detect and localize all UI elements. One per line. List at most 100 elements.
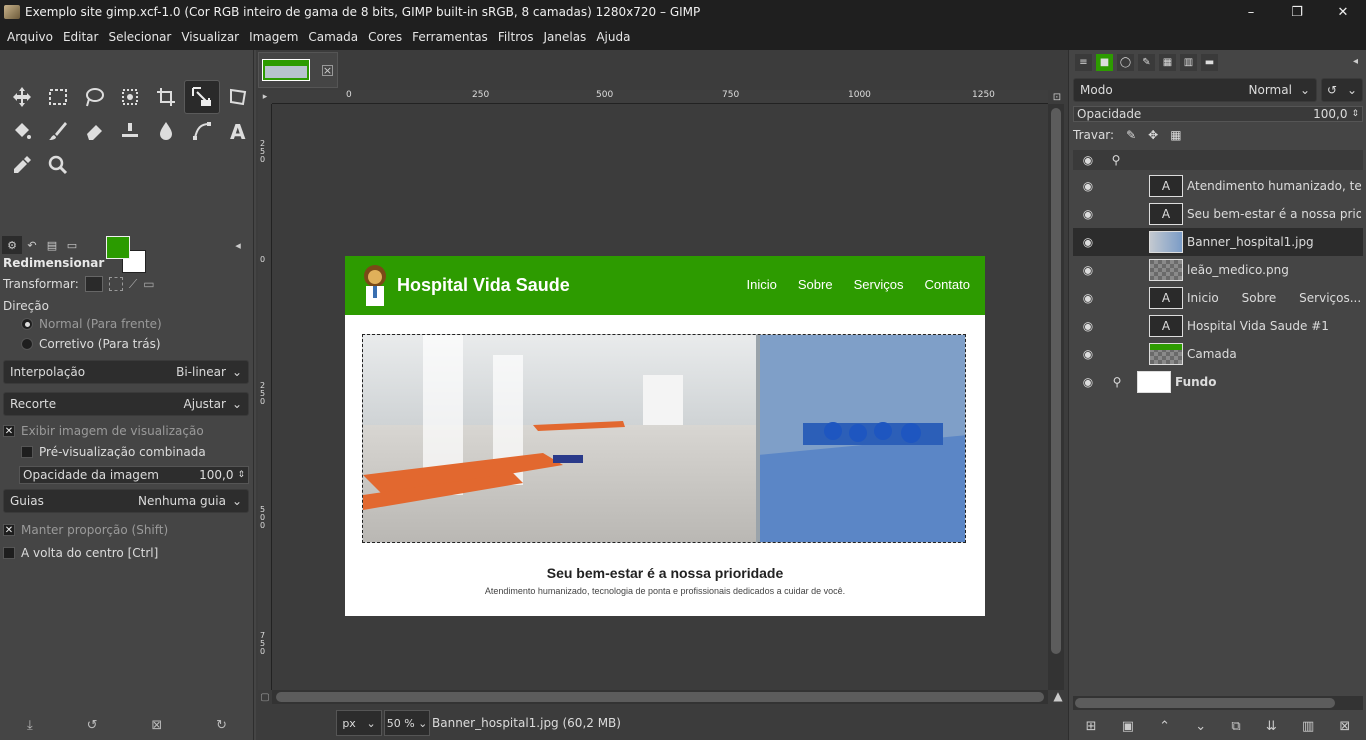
layer-row[interactable]: ◉ A Hospital Vida Saude #1 xyxy=(1073,312,1363,340)
spin-arrows-icon[interactable]: ⇕ xyxy=(1351,109,1359,119)
show-preview-check[interactable]: ✕ Exibir imagem de visualização xyxy=(3,424,204,438)
radio-selected-icon[interactable] xyxy=(21,318,33,330)
save-options-icon[interactable]: ⤓ xyxy=(27,718,33,733)
scroll-thumb[interactable] xyxy=(1075,698,1335,708)
fuzzy-select-tool-icon[interactable] xyxy=(112,80,148,114)
chain-icon[interactable]: ⚲ xyxy=(1103,375,1131,389)
checkbox-empty-icon[interactable] xyxy=(21,446,33,458)
paths-tool-icon[interactable] xyxy=(184,114,220,148)
menu-cores[interactable]: Cores xyxy=(363,30,407,44)
canvas-vertical-scrollbar[interactable] xyxy=(1048,104,1064,690)
lock-alpha-icon[interactable]: ▦ xyxy=(1170,128,1181,142)
raise-layer-icon[interactable]: ⌃ xyxy=(1159,719,1170,734)
menu-janelas[interactable]: Janelas xyxy=(538,30,591,44)
image-tab[interactable]: × xyxy=(258,52,338,88)
transform-layer-icon[interactable] xyxy=(84,276,103,292)
zoom-tool-icon[interactable] xyxy=(40,148,76,182)
rect-select-tool-icon[interactable] xyxy=(40,80,76,114)
delete-layer-icon[interactable]: ⊠ xyxy=(1339,719,1350,734)
checkbox-checked-icon[interactable]: ✕ xyxy=(3,524,15,536)
menu-editar[interactable]: Editar xyxy=(58,30,104,44)
layer-row[interactable]: ◉ Camada xyxy=(1073,340,1363,368)
layer-row[interactable]: ◉ ⚲ Fundo xyxy=(1073,368,1363,396)
layer-mode-combo[interactable]: Modo Normal ⌄ xyxy=(1073,78,1317,102)
menu-visualizar[interactable]: Visualizar xyxy=(176,30,244,44)
menu-ferramentas[interactable]: Ferramentas xyxy=(407,30,493,44)
merge-down-icon[interactable]: ⇊ xyxy=(1266,719,1277,734)
undo-history-tab-icon[interactable]: ↶ xyxy=(22,236,42,254)
mask-icon[interactable]: ▥ xyxy=(1302,719,1314,734)
eye-icon[interactable]: ◉ xyxy=(1073,319,1103,333)
clipping-combo[interactable]: Recorte Ajustar ⌄ xyxy=(3,392,249,416)
layer-opacity-spin[interactable]: Opacidade 100,0 ⇕ xyxy=(1073,106,1363,122)
interpolation-combo[interactable]: Interpolação Bi-linear ⌄ xyxy=(3,360,249,384)
scroll-thumb[interactable] xyxy=(1051,108,1061,654)
delete-options-icon[interactable]: ⊠ xyxy=(151,718,162,733)
transform-path-icon[interactable]: ⟋ xyxy=(129,277,137,292)
move-tool-icon[interactable] xyxy=(4,80,40,114)
quick-mask-icon[interactable]: ▢ xyxy=(258,690,272,704)
bucket-fill-tool-icon[interactable] xyxy=(4,114,40,148)
color-picker-tool-icon[interactable] xyxy=(4,148,40,182)
unified-transform-tool-icon[interactable] xyxy=(220,80,256,114)
configure-tab-icon[interactable]: ◂ xyxy=(1353,56,1358,67)
smudge-tool-icon[interactable] xyxy=(148,114,184,148)
vertical-ruler[interactable]: 250 0 250 500 750 xyxy=(258,104,272,690)
scale-tool-icon[interactable] xyxy=(184,80,220,114)
eye-icon[interactable]: ◉ xyxy=(1073,347,1103,361)
menu-selecionar[interactable]: Selecionar xyxy=(103,30,176,44)
fonts-tab-icon[interactable]: ▬ xyxy=(1201,54,1218,71)
minimize-button[interactable]: – xyxy=(1228,0,1274,24)
composited-preview-check[interactable]: Pré-visualização combinada xyxy=(21,445,206,459)
ruler-corner-icon[interactable]: ▸ xyxy=(258,90,272,104)
transform-selection-icon[interactable] xyxy=(108,277,123,291)
checkbox-empty-icon[interactable] xyxy=(3,547,15,559)
horizontal-ruler[interactable]: 0 250 500 750 1000 1250 xyxy=(272,90,1048,104)
maximize-button[interactable]: ❐ xyxy=(1274,0,1320,24)
direction-corrective-radio[interactable]: Corretivo (Para trás) xyxy=(21,337,161,351)
reset-options-icon[interactable]: ↻ xyxy=(216,718,227,733)
menu-arquivo[interactable]: Arquivo xyxy=(2,30,58,44)
close-button[interactable]: ✕ xyxy=(1320,0,1366,24)
layer-row[interactable]: ◉ A Atendimento humanizado, tecr xyxy=(1073,172,1363,200)
images-tab-icon[interactable]: ▤ xyxy=(42,236,62,254)
menu-ajuda[interactable]: Ajuda xyxy=(591,30,635,44)
transform-image-icon[interactable]: ▭ xyxy=(143,277,154,291)
layers-tab-icon[interactable]: ≡ xyxy=(1075,54,1092,71)
layer-row[interactable]: ◉ A Seu bem-estar é a nossa prior xyxy=(1073,200,1363,228)
clone-tool-icon[interactable] xyxy=(112,114,148,148)
menu-filtros[interactable]: Filtros xyxy=(493,30,539,44)
composite-mode-button[interactable]: ↺ ⌄ xyxy=(1321,78,1363,102)
tool-options-tab-icon[interactable]: ⚙ xyxy=(2,236,22,254)
keep-aspect-check[interactable]: ✕ Manter proporção (Shift) xyxy=(3,523,168,537)
paintbrush-tool-icon[interactable] xyxy=(40,114,76,148)
eye-icon[interactable]: ◉ xyxy=(1073,207,1103,221)
restore-options-icon[interactable]: ↺ xyxy=(87,718,98,733)
checkbox-checked-icon[interactable]: ✕ xyxy=(3,425,15,437)
close-tab-icon[interactable]: × xyxy=(322,64,333,76)
image-opacity-spin[interactable]: Opacidade da imagem 100,0 ⇕ xyxy=(19,466,249,484)
spin-arrows-icon[interactable]: ⇕ xyxy=(237,470,245,480)
zoom-fit-icon[interactable]: ⊡ xyxy=(1050,90,1064,104)
lasso-tool-icon[interactable] xyxy=(76,80,112,114)
image-canvas[interactable]: Hospital Vida Saude Inicio Sobre Serviço… xyxy=(345,256,985,616)
eye-icon[interactable]: ◉ xyxy=(1073,263,1103,277)
lock-pixels-icon[interactable]: ✎ xyxy=(1126,128,1136,142)
scroll-thumb[interactable] xyxy=(276,692,1044,702)
foreground-color-swatch[interactable] xyxy=(106,236,130,259)
around-center-check[interactable]: A volta do centro [Ctrl] xyxy=(3,546,158,560)
menu-camada[interactable]: Camada xyxy=(303,30,363,44)
eye-icon[interactable]: ◉ xyxy=(1073,235,1103,249)
guides-combo[interactable]: Guias Nenhuma guia ⌄ xyxy=(3,489,249,513)
lock-position-icon[interactable]: ✥ xyxy=(1148,128,1158,142)
new-layer-group-icon[interactable]: ▣ xyxy=(1122,719,1134,734)
new-layer-icon[interactable]: ⊞ xyxy=(1086,719,1097,734)
eye-icon[interactable]: ◉ xyxy=(1073,179,1103,193)
configure-tab-icon[interactable]: ◂ xyxy=(228,236,248,254)
paths-tab-icon[interactable]: ◯ xyxy=(1117,54,1134,71)
duplicate-layer-icon[interactable]: ⧉ xyxy=(1231,719,1240,734)
direction-normal-radio[interactable]: Normal (Para frente) xyxy=(21,317,162,331)
gradients-tab-icon[interactable]: ▥ xyxy=(1180,54,1197,71)
eraser-tool-icon[interactable] xyxy=(76,114,112,148)
text-tool-icon[interactable]: A xyxy=(220,114,256,148)
